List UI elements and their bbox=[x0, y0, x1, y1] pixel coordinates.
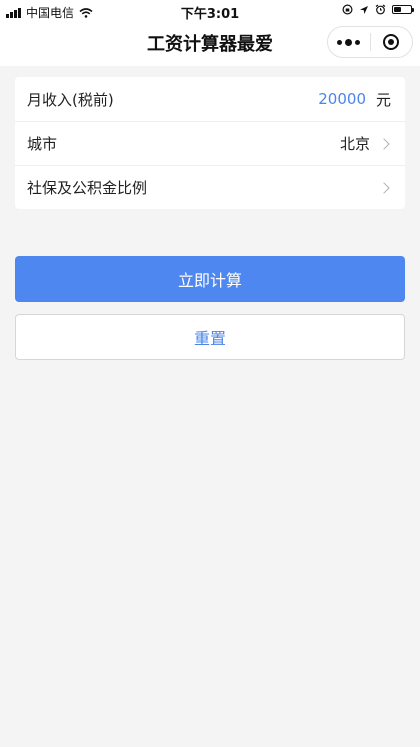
close-target-icon bbox=[383, 34, 400, 50]
more-dot-icon bbox=[355, 39, 361, 45]
more-button[interactable] bbox=[328, 27, 370, 57]
city-label: 城市 bbox=[27, 135, 58, 153]
chevron-right-icon bbox=[378, 137, 390, 150]
income-row[interactable]: 月收入(税前) 20000 元 bbox=[15, 77, 405, 121]
status-bar: 中国电信 下午3:01 bbox=[0, 0, 420, 22]
ratio-row[interactable]: 社保及公积金比例 bbox=[15, 165, 405, 209]
orientation-lock-icon bbox=[342, 4, 353, 15]
battery-icon bbox=[392, 5, 414, 14]
reset-button[interactable]: 重置 bbox=[15, 314, 405, 360]
close-button[interactable] bbox=[371, 27, 413, 57]
salary-form: 月收入(税前) 20000 元 城市 北京 社保及公积金比例 bbox=[15, 77, 405, 209]
income-label: 月收入(税前) bbox=[27, 90, 114, 109]
more-dot-icon bbox=[345, 38, 353, 46]
battery-fill bbox=[394, 7, 402, 12]
more-dot-icon bbox=[337, 39, 343, 45]
ratio-label: 社保及公积金比例 bbox=[27, 179, 148, 197]
income-input[interactable]: 20000 bbox=[318, 90, 366, 108]
city-value: 北京 bbox=[339, 135, 370, 153]
location-icon bbox=[360, 5, 368, 14]
status-right bbox=[342, 4, 414, 15]
city-row[interactable]: 城市 北京 bbox=[15, 121, 405, 165]
mini-program-capsule bbox=[327, 26, 413, 58]
alarm-icon bbox=[375, 4, 386, 15]
chevron-right-icon bbox=[378, 181, 390, 194]
income-unit: 元 bbox=[375, 90, 391, 109]
calculate-button[interactable]: 立即计算 bbox=[15, 256, 405, 302]
nav-bar: 工资计算器最爱 bbox=[0, 22, 420, 66]
